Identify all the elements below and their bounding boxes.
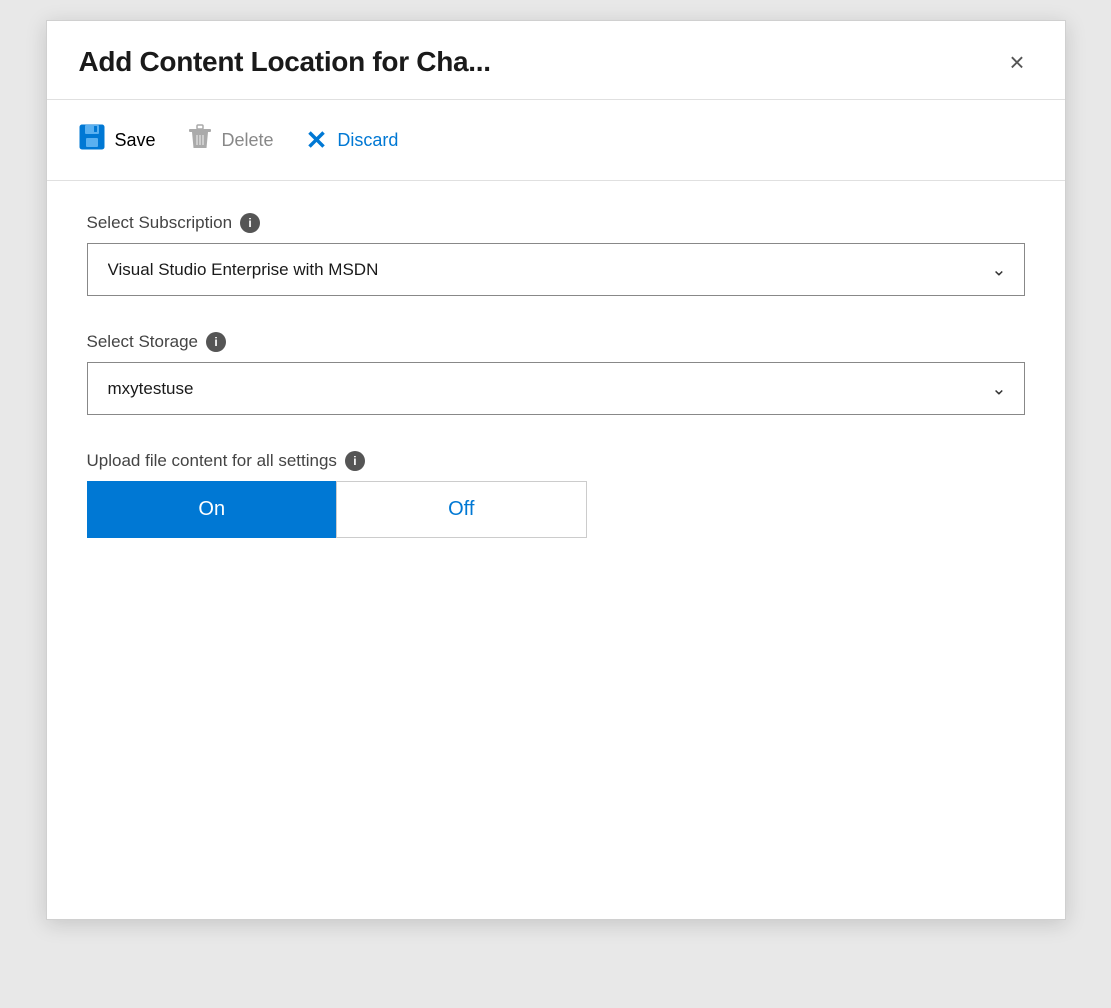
subscription-label-row: Select Subscription i [87,213,1025,233]
upload-toggle-group: On Off [87,481,587,538]
toggle-on-button[interactable]: On [87,481,337,538]
storage-select[interactable]: mxytestuse [87,362,1025,415]
toggle-off-button[interactable]: Off [336,481,587,538]
upload-group: Upload file content for all settings i O… [87,451,1025,538]
upload-info-icon[interactable]: i [345,451,365,471]
toolbar: Save Delete ✕ Discard [47,100,1065,181]
discard-label: Discard [337,130,398,151]
subscription-select[interactable]: Visual Studio Enterprise with MSDN [87,243,1025,296]
discard-icon: ✕ [306,125,328,156]
delete-label: Delete [222,130,274,151]
upload-label: Upload file content for all settings [87,451,337,471]
storage-group: Select Storage i mxytestuse ⌄ [87,332,1025,415]
subscription-group: Select Subscription i Visual Studio Ente… [87,213,1025,296]
form-body: Select Subscription i Visual Studio Ente… [47,181,1065,606]
storage-select-wrapper: mxytestuse ⌄ [87,362,1025,415]
storage-label-row: Select Storage i [87,332,1025,352]
upload-label-row: Upload file content for all settings i [87,451,1025,471]
dialog-header: Add Content Location for Cha... × [47,21,1065,100]
delete-button[interactable]: Delete [188,120,274,160]
dialog: Add Content Location for Cha... × Save [46,20,1066,920]
subscription-select-wrapper: Visual Studio Enterprise with MSDN ⌄ [87,243,1025,296]
trash-icon [188,124,212,156]
close-button[interactable]: × [1001,45,1032,79]
save-button[interactable]: Save [79,120,156,160]
subscription-label: Select Subscription [87,213,233,233]
save-label: Save [115,130,156,151]
subscription-info-icon[interactable]: i [240,213,260,233]
dialog-title: Add Content Location for Cha... [79,46,491,78]
storage-info-icon[interactable]: i [206,332,226,352]
discard-button[interactable]: ✕ Discard [306,121,399,160]
save-icon [79,124,105,156]
storage-label: Select Storage [87,332,199,352]
